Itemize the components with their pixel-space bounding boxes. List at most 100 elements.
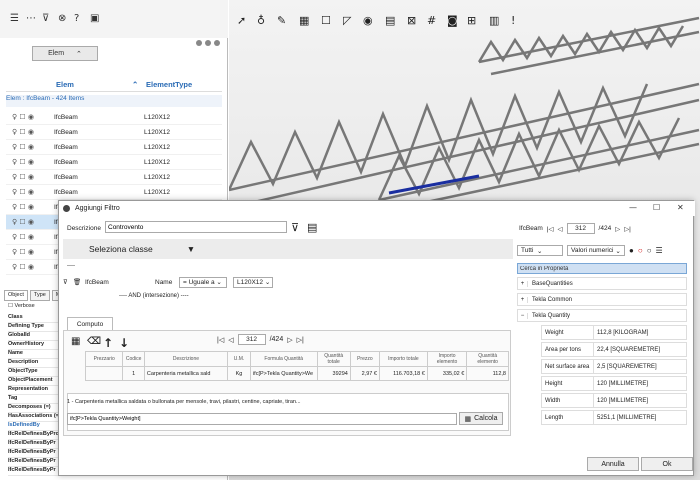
ok-button[interactable]: Ok	[641, 457, 693, 471]
value-select[interactable]: L120X12 ⌄	[233, 276, 273, 288]
calcola-button[interactable]: ▦ Calcola	[459, 412, 503, 425]
last-page-icon[interactable]: ▷|	[297, 336, 304, 344]
visibility-icons[interactable]: ♀ ☐ ◉	[6, 233, 54, 241]
quantity-row[interactable]: Net surface area 2,5 [SQUAREMETRE]	[541, 359, 687, 374]
col-elem-header[interactable]: Elem	[56, 80, 74, 89]
group-by-button[interactable]: Elem ⌃	[32, 46, 98, 61]
prev-icon[interactable]: ◁	[558, 225, 563, 233]
quantity-row[interactable]: Weight 112,8 [KILOGRAM]	[541, 325, 687, 340]
property-name[interactable]: IsDefinedBy	[8, 422, 40, 428]
table-cell[interactable]: 2,97 €	[349, 366, 380, 381]
clear-filter-icon[interactable]: ⊗	[58, 13, 66, 24]
visibility-icons[interactable]: ♀ ☐ ◉	[6, 203, 54, 211]
sort-icon[interactable]: ⌃	[132, 80, 138, 89]
page-input[interactable]: 312	[237, 334, 266, 345]
black-dot-icon[interactable]: ●	[629, 246, 634, 255]
property-name[interactable]: Tag	[8, 395, 17, 401]
table-cell[interactable]: 39294	[316, 366, 351, 381]
property-group[interactable]: + BaseQuantities	[517, 277, 687, 290]
visibility-icons[interactable]: ♀ ☐ ◉	[6, 263, 54, 271]
cancel-button[interactable]: Annulla	[587, 457, 639, 471]
red-circle-icon[interactable]: ○	[638, 246, 643, 255]
expand-icon[interactable]: +	[518, 280, 528, 287]
expand-icon[interactable]: +	[518, 296, 528, 303]
collapse-icon[interactable]: −	[518, 312, 528, 319]
col-elementtype-header[interactable]: ElementType	[146, 80, 192, 89]
column-header[interactable]: Quantità totale	[316, 351, 351, 367]
property-name[interactable]: IfcRelDefinesByPro	[8, 431, 59, 437]
column-header[interactable]: Quantità elemento	[466, 351, 509, 367]
property-name[interactable]: GlobalId	[8, 332, 30, 338]
visibility-icons[interactable]: ♀ ☐ ◉	[6, 188, 54, 196]
collapse-icon[interactable]: ⋯	[26, 13, 36, 24]
visibility-icons[interactable]: ♀ ☐ ◉	[6, 248, 54, 256]
first-icon[interactable]: |◁	[547, 225, 554, 233]
quantity-row[interactable]: Length 5251,1 [MILLIMETRE]	[541, 410, 687, 425]
quantity-row[interactable]: Width 120 [MILLIMETRE]	[541, 393, 687, 408]
property-name[interactable]: Defining Type	[8, 323, 44, 329]
valori-select[interactable]: Valori numerici ⌄	[567, 245, 625, 256]
property-name[interactable]: HasAssociations (=)	[8, 413, 61, 419]
visibility-icons[interactable]: ♀ ☐ ◉	[6, 173, 54, 181]
table-cell[interactable]: 116.703,18 €	[378, 366, 428, 381]
minimize-icon[interactable]: —	[629, 203, 637, 212]
property-name[interactable]: IfcRelDefinesByPr	[8, 440, 56, 446]
description-input[interactable]	[105, 221, 287, 233]
property-name[interactable]: Decomposes (=)	[8, 404, 51, 410]
visibility-icons[interactable]: ♀ ☐ ◉	[6, 158, 54, 166]
property-group[interactable]: + Tekla Common	[517, 293, 687, 306]
tab-object[interactable]: Object	[4, 290, 28, 301]
list-item[interactable]: ♀ ☐ ◉ IfcBeam L120X12	[6, 170, 222, 185]
trash-icon[interactable]: 🗑	[73, 278, 85, 286]
close-icon[interactable]: ✕	[677, 203, 684, 212]
export-icon[interactable]: ▣	[90, 13, 99, 24]
property-name[interactable]: ObjectPlacement	[8, 377, 53, 383]
table-cell[interactable]: 112,8	[466, 366, 509, 381]
column-header[interactable]: Prezzario	[84, 351, 124, 367]
element-index-input[interactable]: 312	[566, 223, 595, 234]
property-name[interactable]: ObjectType	[8, 368, 38, 374]
funnel-icon[interactable]: ⊽	[291, 221, 299, 234]
calculator-icon[interactable]: ▦	[71, 336, 80, 347]
list-item[interactable]: ♀ ☐ ◉ IfcBeam L120X12	[6, 110, 222, 125]
filter-icon[interactable]: ⊽	[42, 13, 49, 24]
move-down-icon[interactable]: ↓	[119, 336, 129, 350]
list-item[interactable]: ♀ ☐ ◉ IfcBeam L120X12	[6, 125, 222, 140]
property-name[interactable]: IfcRelDefinesByPr	[8, 467, 56, 473]
list-item[interactable]: ♀ ☐ ◉ IfcBeam L120X12	[6, 155, 222, 170]
trash-icon[interactable]: ⌫	[87, 336, 101, 347]
property-name[interactable]: IfcRelDefinesByPr	[8, 449, 56, 455]
property-search-input[interactable]	[517, 263, 687, 274]
list-item[interactable]: ♀ ☐ ◉ IfcBeam L120X12	[6, 140, 222, 155]
property-name[interactable]: Class	[8, 314, 23, 320]
last-icon[interactable]: ▷|	[624, 225, 631, 233]
operator-select[interactable]: = Uguale a ⌄	[179, 276, 227, 288]
group-row[interactable]: Elem : IfcBeam - 424 Items	[6, 95, 222, 107]
selected-beam[interactable]	[388, 174, 480, 195]
first-page-icon[interactable]: |◁	[217, 336, 224, 344]
column-header[interactable]: Importo elemento	[426, 351, 468, 367]
table-cell[interactable]: 335,02 €	[426, 366, 468, 381]
tab-type[interactable]: Type	[29, 290, 50, 301]
next-page-icon[interactable]: ▷	[287, 336, 292, 344]
query-icon[interactable]: ?	[74, 13, 79, 24]
circle-icon[interactable]: ○	[647, 246, 652, 255]
table-row[interactable]: 1 Carpenteria metallica sald Kg ifc[P>Tekla…	[84, 366, 509, 381]
property-name[interactable]: OwnerHistory	[8, 341, 44, 347]
table-cell[interactable]: Carpenteria metallica sald	[143, 366, 229, 381]
column-header[interactable]: Codice	[122, 351, 145, 367]
verbose-checkbox[interactable]: ☐ Verbose	[8, 303, 35, 309]
tab-computo[interactable]: Computo	[67, 317, 113, 331]
move-up-icon[interactable]: ↑	[103, 336, 113, 350]
property-group[interactable]: − Tekla Quantity	[517, 309, 687, 322]
class-select-dropdown[interactable]: Seleziona classe ▼	[63, 239, 513, 259]
tutti-select[interactable]: Tutti ⌄	[517, 245, 563, 256]
visibility-icons[interactable]: ♀ ☐ ◉	[6, 143, 54, 151]
property-name[interactable]: Representation	[8, 386, 48, 392]
maximize-icon[interactable]: ☐	[653, 203, 660, 212]
list-icon[interactable]: ☰	[10, 13, 19, 24]
list-item[interactable]: ♀ ☐ ◉ IfcBeam L120X12	[6, 185, 222, 200]
list-icon[interactable]: ☰	[656, 246, 663, 255]
table-icon[interactable]: ▤	[307, 221, 317, 234]
quantity-row[interactable]: Area per tons 22,4 [SQUAREMETRE]	[541, 342, 687, 357]
